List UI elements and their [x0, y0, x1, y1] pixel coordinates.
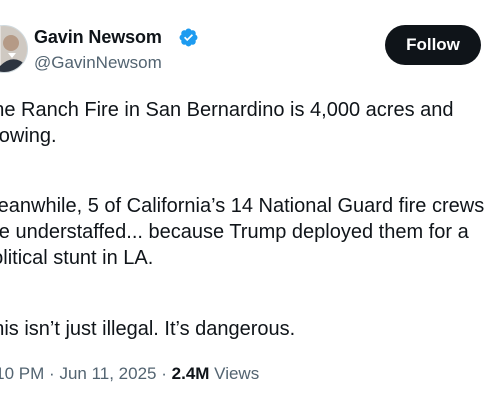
- views-count: 2.4M: [171, 364, 210, 383]
- tweet-line: are understaffed... because Trump deploy…: [0, 221, 469, 243]
- avatar-photo: [0, 26, 27, 72]
- author-handle[interactable]: @GavinNewsom: [34, 53, 162, 73]
- tweet-paragraph-2: Meanwhile, 5 of California’s 14 National…: [0, 193, 495, 271]
- tweet-paragraph-1: The Ranch Fire in San Bernardino is 4,00…: [0, 97, 495, 149]
- tweet-line: growing.: [0, 125, 57, 147]
- tweet-date[interactable]: Jun 11, 2025: [59, 364, 156, 383]
- author-display-name[interactable]: Gavin Newsom: [34, 27, 162, 48]
- tweet-line: political stunt in LA.: [0, 247, 154, 269]
- avatar[interactable]: [0, 25, 28, 73]
- tweet-paragraph-3: This isn’t just illegal. It’s dangerous.: [0, 316, 495, 342]
- follow-button[interactable]: Follow: [385, 25, 481, 65]
- tweet-line: Meanwhile, 5 of California’s 14 National…: [0, 195, 485, 217]
- verified-badge-icon[interactable]: [178, 27, 199, 48]
- meta-separator: ·: [49, 364, 55, 383]
- meta-separator: ·: [161, 364, 167, 383]
- tweet-time[interactable]: 4:10 PM: [0, 364, 44, 383]
- views-label: Views: [214, 364, 260, 383]
- tweet-line: The Ranch Fire in San Bernardino is 4,00…: [0, 99, 454, 121]
- tweet-meta: 4:10 PM · Jun 11, 2025 · 2.4M Views: [0, 364, 259, 384]
- tweet-line: This isn’t just illegal. It’s dangerous.: [0, 318, 296, 340]
